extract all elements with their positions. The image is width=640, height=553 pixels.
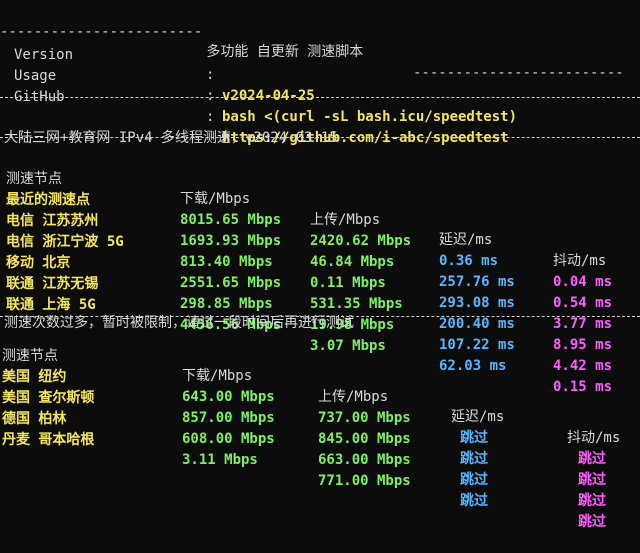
table-row: 美国 纽约 643.00 Mbps 737.00 Mbps 跳过 跳过 <box>0 346 606 467</box>
table-row: 丹麦 哥本哈根 3.11 Mbps 771.00 Mbps 跳过 跳过 <box>0 409 606 530</box>
download-value: 2551.65 Mbps <box>180 275 282 291</box>
banner-value[interactable]: bash <(curl -sL bash.icu/speedtest) <box>222 107 517 128</box>
latency-value: 293.08 ms <box>439 295 515 311</box>
latency-value: 107.22 ms <box>439 337 515 353</box>
table-row: 美国 查尔斯顿 857.00 Mbps 845.00 Mbps 跳过 跳过 <box>0 367 606 488</box>
jitter-value: 4.42 ms <box>553 357 613 374</box>
latency-value: 257.76 ms <box>439 274 515 290</box>
divider <box>0 316 640 317</box>
table-row: 德国 柏林 608.00 Mbps 663.00 Mbps 跳过 跳过 <box>0 388 606 509</box>
divider <box>0 137 640 138</box>
table-row: 联通 上海 5G 4456.56 Mbps 3.07 Mbps 62.03 ms… <box>0 274 612 395</box>
banner-row-version: Version : v2024-04-25 <box>0 24 315 104</box>
header-download: 下载/Mbps <box>180 191 251 207</box>
jitter-value: 跳过 <box>578 492 606 509</box>
download-value: 608.00 Mbps <box>182 431 275 447</box>
upload-value: 46.84 Mbps <box>310 253 395 270</box>
banner-dashes-right: ------------------------- <box>413 64 624 81</box>
jitter-value: 0.15 ms <box>553 378 613 395</box>
latency-value: 跳过 <box>460 493 488 509</box>
jitter-value: 跳过 <box>578 450 606 467</box>
table-row: 联通 江苏无锡 298.85 Mbps 19.98 Mbps 107.22 ms… <box>0 253 612 374</box>
upload-value: 0.11 Mbps <box>310 274 386 291</box>
terminal-window: ------------------------ 多功能 自更新 测速脚本 --… <box>0 0 640 530</box>
upload-value: 3.07 Mbps <box>310 337 386 354</box>
latency-value: 跳过 <box>460 430 488 446</box>
upload-value: 737.00 Mbps <box>318 409 411 426</box>
jitter-value: 8.95 ms <box>553 336 613 353</box>
download-value: 298.85 Mbps <box>180 296 273 312</box>
banner-colon: : <box>206 67 215 83</box>
download-value: 3.11 Mbps <box>182 452 258 468</box>
table-row: 电信 浙江宁波 5G 813.40 Mbps 0.11 Mbps 293.08 … <box>0 211 612 332</box>
table2-header: 测速节点 下载/Mbps 上传/Mbps 延迟/ms 抖动/ms <box>0 325 620 446</box>
latency-value: 62.03 ms <box>439 358 507 374</box>
latency-value: 跳过 <box>460 472 488 488</box>
header-jitter: 抖动/ms <box>553 252 607 269</box>
banner-row-usage: Usage : bash <(curl -sL bash.icu/speedte… <box>0 45 517 125</box>
divider <box>0 97 640 98</box>
banner-value[interactable]: v2024-04-25 <box>222 86 315 107</box>
rate-limit-note-line: 测速次数过多，暂时被限制，请过一段时间后再进行测试 <box>0 292 354 331</box>
table-row: 最近的测速点 8015.65 Mbps 2420.62 Mbps 0.36 ms… <box>0 169 612 290</box>
upload-value: 531.35 Mbps <box>310 295 403 312</box>
jitter-value: 跳过 <box>578 471 606 488</box>
latency-value: 0.36 ms <box>439 253 499 269</box>
table1-header: 测速节点 下载/Mbps 上传/Mbps 延迟/ms 抖动/ms <box>0 148 606 269</box>
download-value: 813.40 Mbps <box>180 254 273 270</box>
banner-row-github: GitHub : https://github.com/i-abc/speedt… <box>0 66 509 146</box>
header-latency: 延迟/ms <box>439 232 493 248</box>
download-value: 1693.93 Mbps <box>180 233 282 249</box>
banner-colon: : <box>206 109 215 125</box>
jitter-value: 0.04 ms <box>553 273 613 290</box>
table-row: 电信 江苏苏州 1693.93 Mbps 46.84 Mbps 257.76 m… <box>0 190 612 311</box>
node-name: 丹麦 哥本哈根 <box>2 431 95 448</box>
download-value: 8015.65 Mbps <box>180 212 282 228</box>
banner-title: 多功能 自更新 测速脚本 <box>198 44 372 60</box>
table-row: 移动 北京 2551.65 Mbps 531.35 Mbps 200.40 ms… <box>0 232 612 353</box>
jitter-value: 跳过 <box>578 513 606 530</box>
upload-value: 663.00 Mbps <box>318 451 411 468</box>
header-download: 下载/Mbps <box>182 368 253 384</box>
upload-value: 2420.62 Mbps <box>310 232 412 249</box>
jitter-value: 0.54 ms <box>553 294 613 311</box>
header-upload: 上传/Mbps <box>318 388 389 405</box>
latency-value: 跳过 <box>460 451 488 467</box>
header-upload: 上传/Mbps <box>310 211 381 228</box>
header-latency: 延迟/ms <box>451 409 505 425</box>
upload-value: 771.00 Mbps <box>318 472 411 489</box>
download-value: 857.00 Mbps <box>182 410 275 426</box>
latency-value: 200.40 ms <box>439 316 515 332</box>
header-jitter: 抖动/ms <box>567 429 621 446</box>
banner-title-line: ------------------------ 多功能 自更新 测速脚本 --… <box>0 1 624 81</box>
upload-value: 845.00 Mbps <box>318 430 411 447</box>
download-value: 643.00 Mbps <box>182 389 275 405</box>
section-title-line: 大陆三网+教育网 IPv4 多线程测速，v2024-03-15 <box>0 107 338 146</box>
